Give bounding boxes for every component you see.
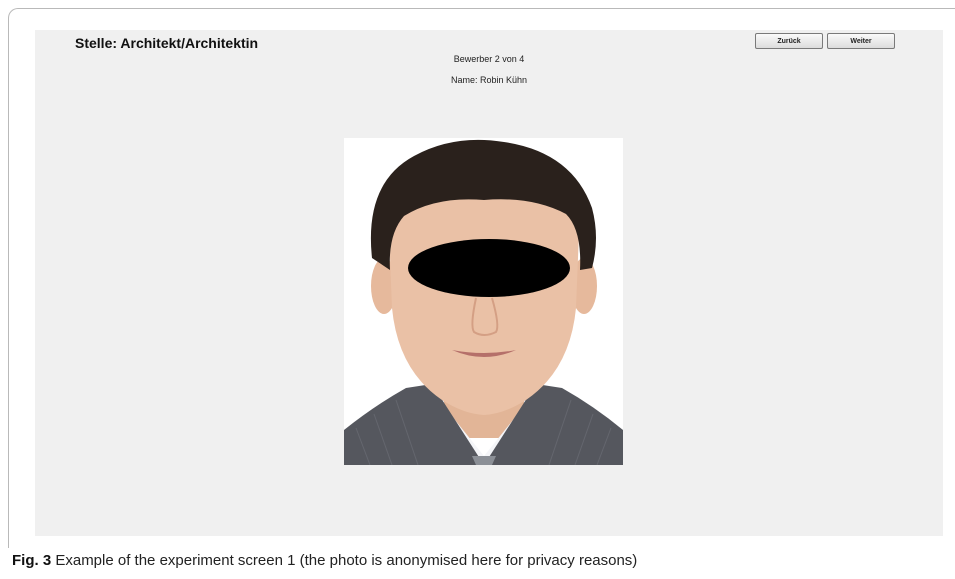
job-title: Stelle: Architekt/Architektin [75,35,259,51]
back-button[interactable]: Zurück [755,33,823,49]
experiment-screen: Stelle: Architekt/Architektin Bewerber 2… [35,30,943,536]
figure-caption-text: Example of the experiment screen 1 (the … [55,552,638,569]
eye-censor-bar [408,239,570,297]
tie-knot [472,456,496,465]
next-button[interactable]: Weiter [827,33,895,49]
portrait-illustration [344,138,623,465]
applicant-name: Name: Robin Kühn [450,75,528,85]
figure-caption: Fig. 3 Example of the experiment screen … [12,552,637,569]
applicant-counter: Bewerber 2 von 4 [453,54,525,64]
applicant-photo [344,138,623,465]
figure-label: Fig. 3 [12,552,52,569]
